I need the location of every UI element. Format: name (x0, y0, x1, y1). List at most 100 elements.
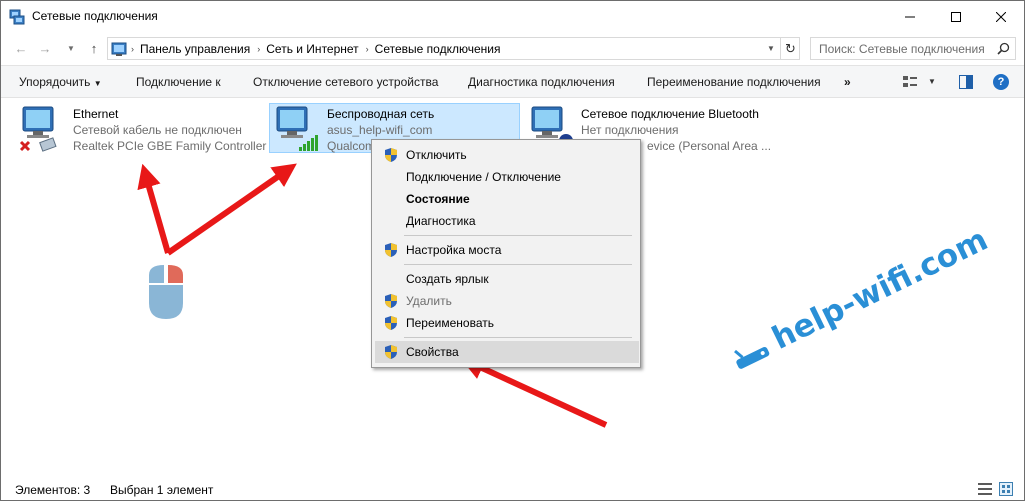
connection-device: Realtek PCIe GBE Family Controller (73, 139, 267, 153)
breadcrumb-separator: › (131, 43, 134, 54)
search-icon (997, 42, 1010, 55)
uac-shield-icon (385, 243, 397, 257)
uac-shield-icon (385, 345, 397, 359)
uac-shield-icon (385, 316, 397, 330)
menu-item-bridge[interactable]: Настройка моста (375, 239, 639, 261)
menu-item-label: Диагностика (406, 214, 476, 228)
view-dropdown-icon[interactable]: ▼ (928, 77, 936, 86)
menu-item-label: Состояние (406, 192, 470, 206)
menu-item-create-shortcut[interactable]: Создать ярлык (375, 268, 639, 290)
router-logo-icon (733, 346, 770, 369)
connection-name: Ethernet (73, 107, 119, 121)
context-menu: Отключить Подключение / Отключение Состо… (371, 139, 641, 368)
breadcrumb-separator: › (365, 43, 369, 54)
menu-item-label: Удалить (406, 294, 452, 308)
menu-separator (404, 235, 632, 236)
arrow-to-wireless (166, 163, 297, 256)
search-placeholder: Поиск: Сетевые подключения (819, 41, 985, 56)
up-button[interactable]: ↑ (86, 40, 102, 56)
breadcrumb-network-internet[interactable]: Сеть и Интернет (266, 42, 358, 56)
connection-name: Сетевое подключение Bluetooth (581, 107, 759, 121)
forward-button[interactable]: → (37, 40, 53, 56)
address-bar[interactable]: › Панель управления › Сеть и Интернет › … (107, 37, 800, 60)
address-dropdown-button[interactable]: ▼ (762, 38, 780, 59)
connection-status: Нет подключения (581, 123, 679, 137)
status-bar: Элементов: 3 Выбран 1 элемент (1, 479, 1024, 500)
diagnose-connection-button[interactable]: Диагностика подключения (468, 75, 615, 89)
menu-item-connect-disconnect[interactable]: Подключение / Отключение (375, 166, 639, 188)
network-connections-window: Сетевые подключения ← → ▼ ↑ › Панель упр… (0, 0, 1025, 501)
chevron-down-icon: ▼ (93, 79, 102, 88)
organize-button[interactable]: Упорядочить ▼ (19, 75, 102, 89)
menu-item-label: Переименовать (406, 316, 494, 330)
network-adapter-icon (19, 106, 57, 152)
arrow-left-icon: ← (14, 40, 28, 56)
menu-separator (404, 337, 632, 338)
tiles-view-icon (999, 482, 1013, 496)
menu-item-diagnose[interactable]: Диагностика (375, 210, 639, 232)
disable-device-button[interactable]: Отключение сетевого устройства (253, 75, 438, 89)
chevron-down-icon: ▼ (67, 43, 75, 53)
preview-pane-button[interactable] (959, 75, 973, 92)
selection-count: Выбран 1 элемент (110, 483, 214, 497)
menu-item-label: Подключение / Отключение (406, 170, 561, 184)
maximize-button[interactable] (933, 1, 979, 32)
watermark-text: help-wifi.com (766, 221, 994, 357)
menu-separator (404, 264, 632, 265)
menu-item-disable[interactable]: Отключить (375, 144, 639, 166)
connection-status: Сетевой кабель не подключен (73, 123, 242, 137)
preview-pane-icon (959, 75, 973, 89)
maximize-icon (951, 11, 961, 22)
breadcrumb-control-panel[interactable]: Панель управления (140, 42, 250, 56)
window-title: Сетевые подключения (32, 9, 158, 23)
change-view-button[interactable] (903, 75, 917, 92)
breadcrumb-separator: › (257, 43, 261, 54)
close-icon (996, 11, 1006, 22)
arrow-to-properties (460, 357, 608, 428)
minimize-icon (905, 16, 915, 17)
help-button[interactable]: ? (993, 74, 1009, 90)
mouse-icon (149, 265, 183, 319)
refresh-button[interactable]: ↻ (780, 38, 800, 59)
back-button[interactable]: ← (13, 40, 29, 56)
connect-to-button[interactable]: Подключение к (136, 75, 221, 89)
network-connections-icon (9, 9, 25, 25)
arrow-right-icon: → (38, 40, 52, 56)
menu-item-properties[interactable]: Свойства (375, 341, 639, 363)
title-bar: Сетевые подключения (1, 1, 1024, 32)
help-icon: ? (997, 76, 1005, 88)
connection-device: evice (Personal Area ... (647, 139, 772, 153)
menu-item-label: Отключить (406, 148, 467, 162)
details-view-icon (978, 483, 992, 495)
close-button[interactable] (978, 1, 1024, 32)
uac-shield-icon (385, 148, 397, 162)
address-row: ← → ▼ ↑ › Панель управления › Сеть и Инт… (1, 32, 1024, 64)
watermark: help-wifi.com (725, 222, 993, 377)
connection-item-ethernet[interactable]: Ethernet Сетевой кабель не подключен Rea… (15, 104, 267, 154)
menu-item-label: Настройка моста (406, 243, 502, 257)
connection-status: asus_help-wifi_com (327, 123, 433, 137)
breadcrumb-network-connections[interactable]: Сетевые подключения (375, 42, 501, 56)
arrow-to-ethernet (137, 163, 171, 254)
connection-name: Беспроводная сеть (327, 107, 435, 121)
menu-item-status[interactable]: Состояние (375, 188, 639, 210)
rename-connection-button[interactable]: Переименование подключения (647, 75, 821, 89)
menu-item-rename[interactable]: Переименовать (375, 312, 639, 334)
tiles-view-button[interactable] (999, 482, 1013, 499)
organize-label: Упорядочить (19, 75, 91, 89)
arrow-up-icon: ↑ (90, 40, 98, 56)
minimize-button[interactable] (887, 1, 933, 32)
recent-locations-button[interactable]: ▼ (63, 40, 79, 56)
refresh-icon: ↻ (785, 40, 796, 56)
view-options-icon (903, 76, 917, 87)
details-view-button[interactable] (978, 482, 992, 499)
menu-item-label: Свойства (406, 345, 459, 359)
uac-shield-icon (385, 294, 397, 308)
search-input[interactable]: Поиск: Сетевые подключения (810, 37, 1016, 60)
control-panel-icon (111, 42, 127, 56)
menu-item-delete[interactable]: Удалить (375, 290, 639, 312)
more-commands-button[interactable]: » (844, 75, 851, 89)
item-count: Элементов: 3 (15, 483, 91, 497)
command-bar: Упорядочить ▼ Подключение к Отключение с… (1, 65, 1024, 98)
menu-item-label: Создать ярлык (406, 272, 489, 286)
